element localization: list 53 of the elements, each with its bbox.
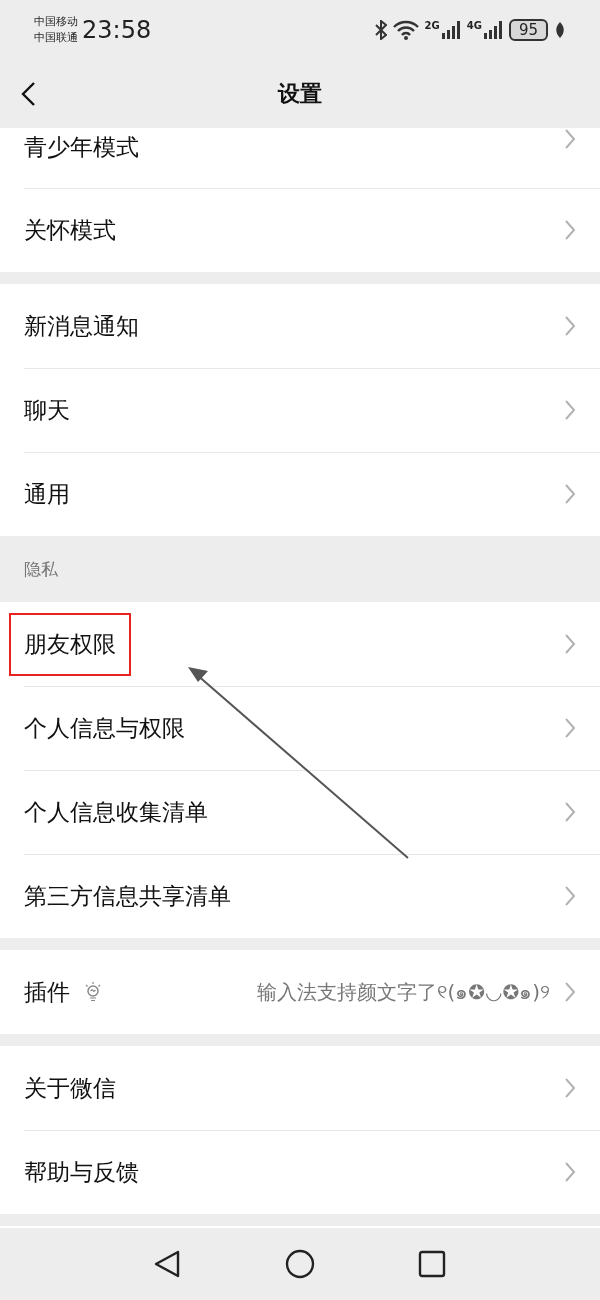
row-label: 帮助与反馈 [24,1157,139,1187]
row-label: 关怀模式 [24,215,116,245]
chevron-right-icon [564,219,576,241]
recents-nav-icon[interactable] [416,1248,448,1280]
settings-row[interactable]: 新消息通知 [0,284,600,368]
settings-row[interactable]: 第三方信息共享清单 [0,854,600,938]
row-label: 关于微信 [24,1073,116,1103]
settings-row[interactable]: 聊天 [0,368,600,452]
settings-row[interactable]: 个人信息收集清单 [0,770,600,854]
chevron-right-icon [564,1161,576,1183]
wifi-icon [392,20,419,40]
chevron-right-icon [564,128,576,150]
settings-row[interactable]: 个人信息与权限 [0,686,600,770]
chevron-right-icon [564,801,576,823]
settings-row[interactable]: 插件 输入法支持颜文字了୧(๑✪◡✪๑)୨ [0,950,600,1034]
plugin-note: 输入法支持颜文字了୧(๑✪◡✪๑)୨ [256,979,550,1006]
page-title: 设置 [278,80,322,108]
row-label: 插件 [24,977,70,1007]
section-header: 隐私 [24,557,58,581]
row-label: 个人信息与权限 [24,713,185,743]
settings-row[interactable]: 关于微信 [0,1046,600,1130]
chevron-right-icon [564,885,576,907]
row-label: 通用 [24,479,70,509]
chevron-right-icon [564,981,576,1003]
settings-row[interactable]: 关怀模式 [0,188,600,272]
chevron-right-icon [564,399,576,421]
network-label: 4G [466,20,482,31]
home-nav-icon[interactable] [284,1248,316,1280]
bluetooth-icon [374,20,387,40]
settings-row[interactable]: 通用 [0,452,600,536]
signal-icon [440,20,461,40]
row-label: 新消息通知 [24,311,139,341]
carrier-name: 中国移动 [34,14,78,30]
chevron-right-icon [564,1077,576,1099]
chevron-right-icon [564,483,576,505]
leaf-icon [554,21,566,39]
settings-row[interactable]: 朋友权限 [0,602,600,686]
row-label: 个人信息收集清单 [24,797,208,827]
row-label: 聊天 [24,395,70,425]
chevron-right-icon [564,717,576,739]
highlighted-label: 朋友权限 [9,612,131,676]
row-label: 青少年模式 [24,133,139,162]
settings-row[interactable]: 帮助与反馈 [0,1130,600,1214]
chevron-right-icon [564,315,576,337]
clock: 23:58 [82,16,152,44]
row-label: 第三方信息共享清单 [24,881,231,911]
signal-icon [482,20,503,40]
carrier-name: 中国联通 [34,30,78,46]
battery-level: 95 [508,19,548,41]
network-label: 2G [424,20,440,31]
lightbulb-icon [84,981,102,1003]
chevron-right-icon [564,633,576,655]
settings-row[interactable]: 青少年模式 [0,128,600,188]
